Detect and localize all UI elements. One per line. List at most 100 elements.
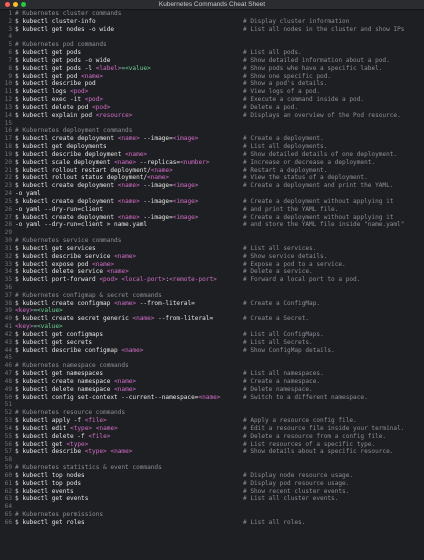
- line-number: 57: [4, 448, 12, 456]
- code-text: $ kubectl create configmap <name> --from…: [15, 300, 243, 308]
- code-line: 34 $ kubectl delete service <name> # Delet…: [0, 268, 424, 276]
- command-token: -o yaml --dry-run=client > name.yaml: [15, 221, 148, 229]
- code-text: -o yaml: [15, 190, 243, 198]
- code-line: 39 <key>=<value>: [0, 307, 424, 315]
- code-text: $ kubectl get nodes -o wide: [15, 26, 243, 34]
- line-number: 30: [4, 237, 12, 245]
- code-text: $ kubectl exec -it <pod>: [15, 96, 243, 104]
- command-token: --from-literal=: [154, 315, 214, 323]
- code-line: 7 $ kubectl get pods -o wide # Show detail…: [0, 57, 424, 65]
- line-number: 25: [4, 197, 12, 205]
- line-number: 62: [4, 487, 12, 495]
- command-token: kubectl events: [22, 487, 74, 495]
- placeholder-token: <name>: [114, 385, 137, 393]
- line-number: 55: [4, 432, 12, 440]
- placeholder-token: <type>: [66, 440, 89, 448]
- code-editor[interactable]: 1 # Kubernetes cluster commands 2 $ kubectl…: [0, 10, 424, 560]
- command-token: kubectl create deployment: [22, 197, 118, 205]
- command-token: kubectl get secrets: [22, 338, 93, 346]
- inline-comment: # and store the YAML file inside "name.y…: [243, 221, 405, 229]
- placeholder-token: <file>: [84, 417, 107, 425]
- command-token: kubectl delete service: [22, 268, 107, 276]
- code-line: 53 $ kubectl apply -f <file> # Apply a res…: [0, 417, 424, 425]
- inline-comment: # Create a deployment without applying i…: [243, 213, 394, 221]
- line-number: 38: [4, 299, 12, 307]
- code-line: 49 $ kubectl delete namespace <name> # Del…: [0, 386, 424, 394]
- code-text: <key>=<value>: [15, 323, 243, 331]
- placeholder-token: <name>: [147, 174, 170, 182]
- inline-comment: # Delete a pod.: [243, 103, 299, 111]
- inline-comment: # List all nodes in the cluster and show…: [243, 25, 405, 33]
- command-token: kubectl create deployment: [22, 135, 118, 143]
- line-number: 6: [8, 49, 12, 57]
- placeholder-token: <pod>: [70, 88, 89, 96]
- inline-comment: # Show one specific pod.: [243, 72, 332, 80]
- code-line: 38 $ kubectl create configmap <name> --fr…: [0, 300, 424, 308]
- code-line: 23 $ kubectl create deployment <name> --i…: [0, 182, 424, 190]
- placeholder-token: <image>: [172, 197, 199, 205]
- command-token: kubectl rollout restart deployment/: [22, 166, 151, 174]
- line-number: 54: [4, 424, 12, 432]
- placeholder-token: <local-port>: [121, 276, 166, 284]
- command-token: kubectl get pods -l: [22, 64, 96, 72]
- command-token: kubectl top nodes: [22, 471, 85, 479]
- code-line: 19 $ kubectl describe deployment <name> # …: [0, 151, 424, 159]
- placeholder-token: <image>: [172, 213, 199, 221]
- code-text: $ kubectl top nodes: [15, 472, 243, 480]
- line-number: 39: [4, 307, 12, 315]
- placeholder-token: <image>: [172, 182, 199, 190]
- command-token: kubectl get configmaps: [22, 330, 104, 338]
- code-text: $ kubectl get pods: [15, 49, 243, 57]
- placeholder-token: <key>: [15, 307, 34, 315]
- command-token: kubectl create namespace: [22, 377, 115, 385]
- inline-comment: # Show pods whe have a specific label.: [243, 64, 383, 72]
- line-number: 52: [4, 409, 12, 417]
- code-line: 47 $ kubectl get namespaces # List all nam…: [0, 370, 424, 378]
- placeholder-token: <name>: [132, 315, 155, 323]
- inline-comment: # Create a ConfigMap.: [243, 299, 321, 307]
- code-text: # Kubernetes pod commands: [15, 41, 107, 49]
- code-line: 54 $ kubectl edit <type> <name> # Edit a r…: [0, 425, 424, 433]
- line-number: 40: [4, 315, 12, 323]
- code-text: $ kubectl create namespace <name>: [15, 378, 243, 386]
- code-line: 55 $ kubectl delete -f <file> # Delete a r…: [0, 433, 424, 441]
- line-number: 19: [4, 150, 12, 158]
- code-line: 57 $ kubectl describe <type> <name> # Show…: [0, 448, 424, 456]
- code-text: $ kubectl expose pod <name>: [15, 261, 243, 269]
- code-text: $ kubectl get configmaps: [15, 331, 243, 339]
- command-token: --image=: [139, 135, 173, 143]
- code-text: $ kubectl get pods -o wide: [15, 57, 243, 65]
- code-line: 9 $ kubectl get pod <name> # Show one spec…: [0, 73, 424, 81]
- code-text: $ kubectl get secrets: [15, 339, 243, 347]
- placeholder-token: <name>: [117, 213, 140, 221]
- line-number: 56: [4, 440, 12, 448]
- command-token: kubectl get pod: [22, 72, 82, 80]
- section-heading-line: 16 # Kubernetes deployment commands: [0, 127, 424, 135]
- code-text: # Kubernetes deployment commands: [15, 127, 133, 135]
- command-token: --replicas=: [136, 158, 181, 166]
- inline-comment: # Execute a command inside a pod.: [243, 96, 365, 104]
- command-token: kubectl get events: [22, 495, 89, 503]
- command-token: kubectl get pods: [22, 49, 82, 57]
- command-token: kubectl create secret generic: [22, 315, 133, 323]
- command-token: kubectl create deployment: [22, 213, 118, 221]
- code-line: 26 -o yaml --dry-run=client # and print th…: [0, 206, 424, 214]
- line-number: 8: [8, 64, 12, 72]
- code-text: $ kubectl edit <type> <name>: [15, 425, 243, 433]
- code-text: # Kubernetes statistics & event commands: [15, 464, 162, 472]
- command-token: kubectl get deployments: [22, 143, 107, 151]
- line-number: 44: [4, 346, 12, 354]
- code-text: $ kubectl get pod <name>: [15, 73, 243, 81]
- code-line: 62 $ kubectl events # Show recent cluster …: [0, 488, 424, 496]
- inline-comment: # Create a deployment and print the YAML…: [243, 182, 394, 190]
- line-number: 58: [4, 456, 12, 464]
- line-number: 27: [4, 213, 12, 221]
- inline-comment: # Edit a resource file inside your termi…: [243, 424, 405, 432]
- code-text: $ kubectl get namespaces: [15, 370, 243, 378]
- title-bar: Kubernetes Commands Cheat Sheet: [0, 0, 424, 10]
- placeholder-token: <name>: [125, 150, 148, 158]
- code-text: # Kubernetes service commands: [15, 237, 122, 245]
